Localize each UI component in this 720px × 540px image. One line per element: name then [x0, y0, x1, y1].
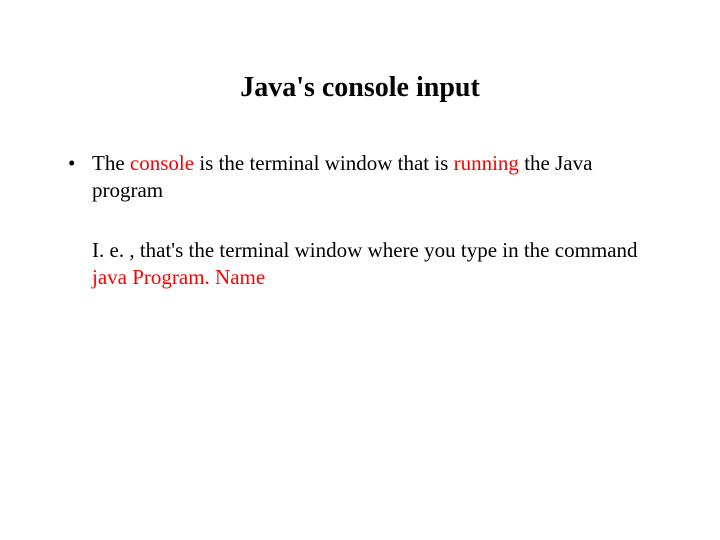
bullet1-text-mid: is the terminal window that is [194, 151, 454, 175]
sub1-command: java Program. Name [92, 265, 265, 289]
bullet-item-1: The console is the terminal window that … [64, 150, 660, 205]
body-list: The console is the terminal window that … [64, 150, 660, 291]
bullet1-text-prefix: The [92, 151, 130, 175]
slide-title: Java's console input [0, 72, 720, 104]
sub-item-1: I. e. , that's the terminal window where… [64, 237, 660, 292]
bullet1-console-word: console [130, 151, 194, 175]
bullet1-running-word: running [454, 151, 519, 175]
sub1-text-prefix: I. e. , that's the terminal window where… [92, 238, 638, 262]
slide: Java's console input The console is the … [0, 0, 720, 540]
slide-body: The console is the terminal window that … [64, 150, 660, 291]
